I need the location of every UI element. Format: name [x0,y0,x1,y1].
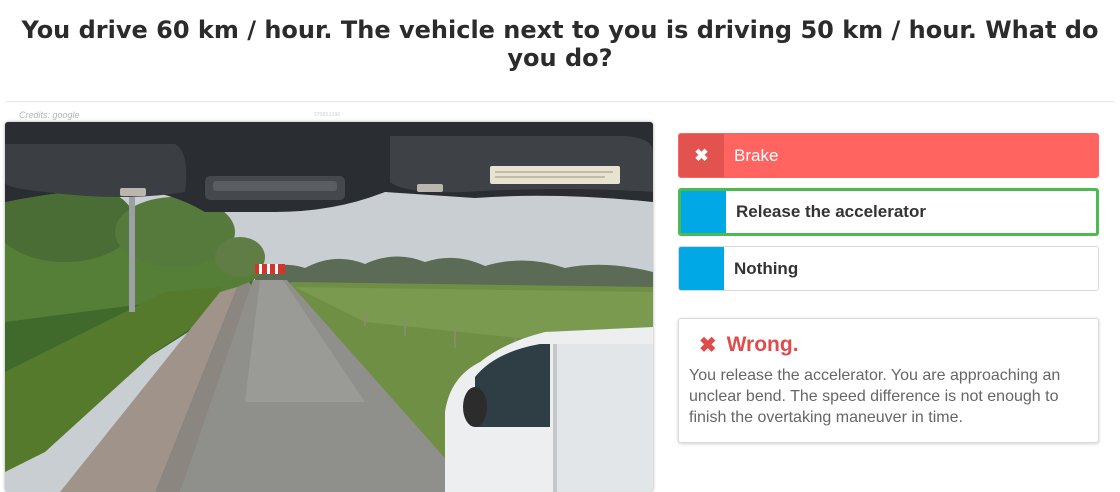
image-credits: Credits: google [19,110,80,120]
answer-option-brake[interactable]: ✖ Brake [678,133,1099,178]
answer-label: Release the accelerator [736,202,926,221]
feedback-panel: ✖ Wrong. You release the accelerator. Yo… [678,318,1099,443]
close-icon: ✖ [699,333,717,357]
question-title: You drive 60 km / hour. The vehicle next… [21,16,1099,72]
feedback-explanation: You release the accelerator. You are app… [689,367,1061,426]
feedback-header: ✖ Wrong. [689,331,1088,359]
feedback-verdict: Wrong. [726,333,799,356]
image-id: 37583.1196 [314,112,341,118]
answer-marker [679,247,724,290]
dashcam-scene-illustration [5,122,653,492]
answer-option-release-accelerator[interactable]: Release the accelerator [678,188,1099,236]
answer-marker [681,191,726,233]
close-icon: ✖ [679,134,724,177]
answer-label: Brake [734,145,779,165]
divider [6,101,1114,102]
answer-label: Nothing [734,258,799,278]
scene-image [5,122,653,492]
answer-option-nothing[interactable]: Nothing [678,246,1099,291]
quiz-page: You drive 60 km / hour. The vehicle next… [0,0,1120,492]
